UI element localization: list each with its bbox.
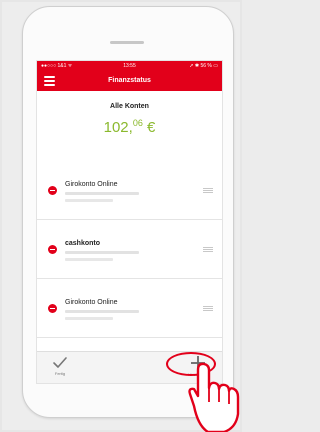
reorder-handle-icon[interactable]: [203, 188, 213, 194]
phone-screen: ●●○○○ 1&1 ᯤ 13:55 ➚ ✱ 56 % ▭ Finanzstatu…: [36, 60, 223, 384]
account-details-redacted: [65, 310, 139, 313]
delete-minus-icon[interactable]: [48, 245, 57, 254]
balance-currency: €: [142, 119, 156, 136]
account-holder-redacted: [65, 199, 113, 202]
total-balance: 102,06 €: [37, 118, 222, 136]
account-row[interactable]: Girokonto Online: [37, 161, 222, 220]
account-row[interactable]: cashkonto: [37, 220, 222, 279]
balance-cents: 06: [132, 118, 143, 128]
phone-speaker: [110, 41, 144, 44]
pointing-hand-icon: [188, 362, 240, 432]
account-row[interactable]: Girokonto Online: [37, 279, 222, 338]
battery-status: ➚ ✱ 56 % ▭: [189, 63, 218, 69]
account-holder-redacted: [65, 317, 113, 320]
balance-main: 102,: [103, 119, 133, 136]
delete-minus-icon[interactable]: [48, 186, 57, 195]
summary-title: Alle Konten: [110, 103, 149, 110]
account-details-redacted: [65, 192, 139, 195]
done-label: Fertig: [54, 371, 66, 376]
account-details-redacted: [65, 251, 139, 254]
account-summary: Alle Konten 102,06 €: [37, 91, 222, 162]
reorder-handle-icon[interactable]: [203, 306, 213, 312]
checkmark-icon: [53, 357, 67, 368]
account-name: Girokonto Online: [65, 299, 118, 306]
account-name: cashkonto: [65, 240, 101, 247]
delete-minus-icon[interactable]: [48, 304, 57, 313]
account-name: Girokonto Online: [65, 181, 118, 188]
status-bar: ●●○○○ 1&1 ᯤ 13:55 ➚ ✱ 56 % ▭: [37, 61, 222, 71]
reorder-handle-icon[interactable]: [203, 247, 213, 253]
nav-bar: Finanzstatus: [37, 71, 222, 91]
done-button[interactable]: Fertig: [45, 355, 75, 382]
page-title: Finanzstatus: [108, 77, 151, 84]
account-holder-redacted: [65, 258, 113, 261]
